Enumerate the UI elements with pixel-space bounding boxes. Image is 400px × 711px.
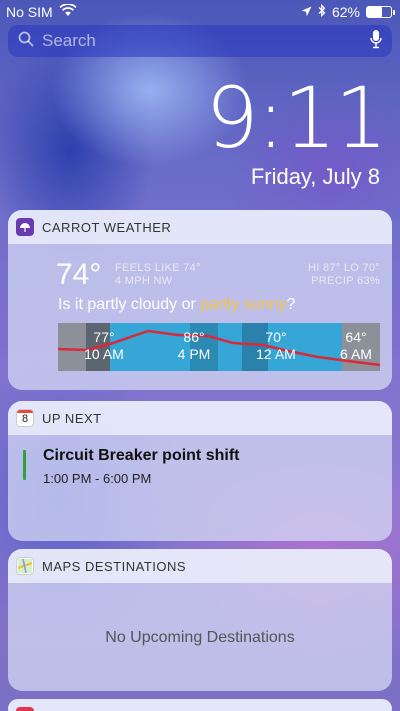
wifi-icon	[59, 3, 77, 20]
widget-header: CARROT WEATHER	[8, 210, 392, 244]
timeline-time: 4 PM	[177, 346, 211, 362]
search-icon	[18, 31, 34, 52]
widget-header: 8 UP NEXT	[8, 401, 392, 435]
weather-quip: Is it partly cloudy or partly sunny?	[58, 296, 295, 314]
bluetooth-icon	[318, 3, 326, 20]
up-next-widget[interactable]: 8 UP NEXT Circuit Breaker point shift 1:…	[8, 401, 392, 541]
widget-header	[8, 699, 392, 711]
quip-highlight: partly sunny	[200, 296, 287, 313]
timeline-time: 12 AM	[256, 346, 296, 362]
timeline-temp: 77°	[93, 329, 115, 345]
feels-like-block: FEELS LIKE 74° 4 MPH NW	[115, 262, 201, 288]
hi-lo-text: HI 87° LO 70°	[307, 262, 380, 274]
widget-title: UP NEXT	[42, 410, 102, 426]
event-title[interactable]: Circuit Breaker point shift	[43, 447, 239, 465]
feels-like-text: FEELS LIKE 74°	[115, 262, 201, 274]
maps-app-icon	[16, 557, 34, 575]
wind-text: 4 MPH NW	[115, 275, 173, 287]
clock-time: 9:11	[205, 69, 388, 167]
forecast-timeline[interactable]: 77° 10 AM 86° 4 PM 70° 12 AM 64° 6 AM	[58, 323, 380, 371]
current-temperature: 74°	[56, 258, 102, 291]
search-bar[interactable]: Search	[8, 25, 392, 57]
timeline-time: 6 AM	[340, 346, 372, 362]
calendar-app-icon: 8	[16, 409, 34, 427]
microphone-icon[interactable]	[370, 29, 382, 54]
maps-destinations-widget[interactable]: MAPS DESTINATIONS No Upcoming Destinatio…	[8, 549, 392, 691]
app-icon	[16, 707, 34, 711]
timeline-temp: 86°	[183, 329, 205, 345]
carrot-weather-widget[interactable]: CARROT WEATHER 74° FEELS LIKE 74° 4 MPH …	[8, 210, 392, 390]
widget-title: MAPS DESTINATIONS	[42, 558, 187, 574]
widget-title: CARROT WEATHER	[42, 219, 172, 235]
location-arrow-icon	[301, 4, 312, 20]
timeline-point-3: 70° 12 AM	[246, 329, 306, 363]
calendar-day: 8	[21, 413, 29, 425]
search-input[interactable]: Search	[42, 31, 370, 51]
precip-text: PRECIP 63%	[311, 275, 380, 287]
timeline-point-4: 64° 6 AM	[326, 329, 380, 363]
quip-suffix: ?	[286, 296, 296, 313]
event-time: 1:00 PM - 6:00 PM	[43, 471, 152, 486]
widget-header: MAPS DESTINATIONS	[8, 549, 392, 583]
event-color-bar	[23, 450, 26, 480]
battery-icon	[366, 6, 395, 18]
empty-state-text: No Upcoming Destinations	[105, 629, 295, 646]
carrot-weather-app-icon	[16, 218, 34, 236]
quip-prefix: Is it partly cloudy or	[58, 296, 201, 313]
timeline-time: 10 AM	[84, 346, 124, 362]
hi-lo-block: HI 87° LO 70° PRECIP 63%	[308, 262, 380, 288]
timeline-point-2: 86° 4 PM	[164, 329, 224, 363]
clock-date: Friday, July 8	[250, 164, 380, 189]
next-widget-peek[interactable]	[8, 699, 392, 711]
timeline-temp: 64°	[345, 329, 367, 345]
carrier-label: No SIM	[6, 4, 53, 20]
timeline-temp: 70°	[265, 329, 287, 345]
status-bar: No SIM 62%	[0, 0, 400, 24]
timeline-point-1: 77° 10 AM	[74, 329, 134, 363]
battery-percent: 62%	[331, 4, 360, 20]
